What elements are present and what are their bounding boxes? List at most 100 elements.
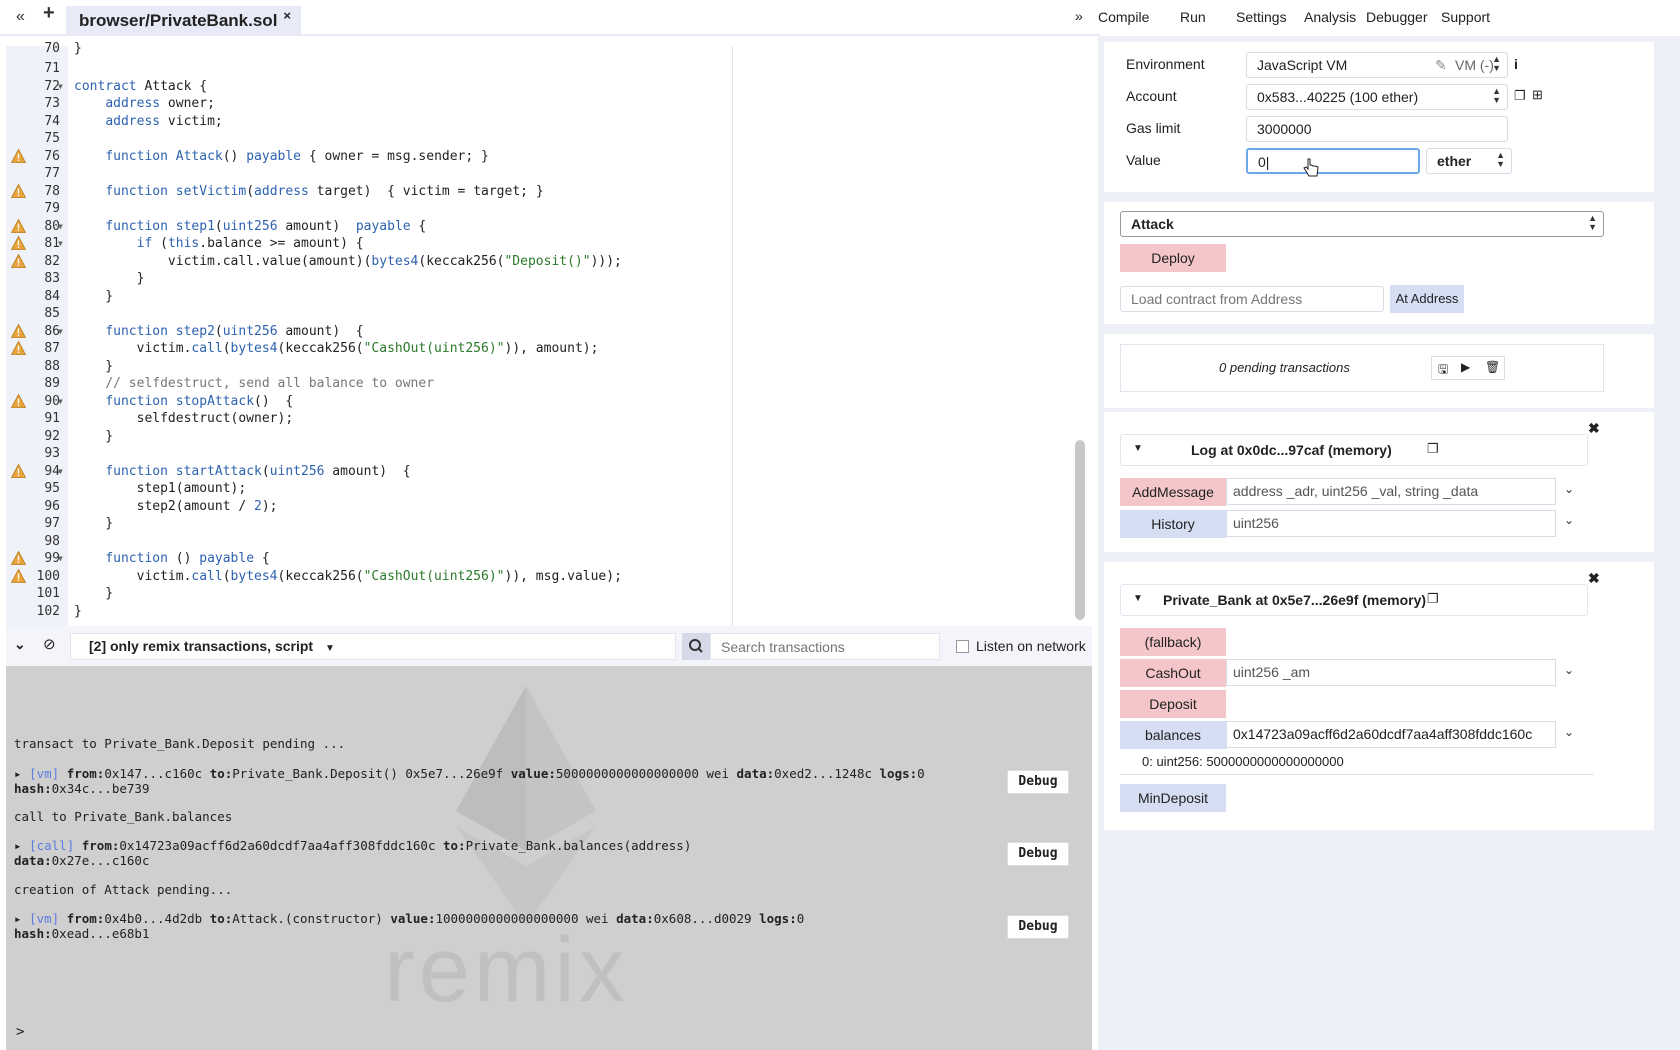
transaction-log-entry[interactable]: ▸ [vm] from:0x147...c160c to:Private_Ban… (14, 766, 925, 796)
expand-args-icon[interactable]: ⌄ (1564, 663, 1574, 677)
file-tab[interactable]: browser/PrivateBank.sol × (66, 6, 302, 36)
info-icon[interactable]: i (1514, 56, 1518, 72)
gas-limit-input[interactable]: 3000000 (1246, 116, 1508, 142)
fold-icon[interactable]: ▼ (58, 78, 63, 95)
instance-header[interactable]: ▼ Log at 0x0dc...97caf (memory) ❐ (1120, 434, 1588, 466)
function-history-args[interactable]: uint256 (1226, 510, 1556, 537)
close-icon[interactable]: × (283, 8, 291, 23)
fold-icon[interactable]: ▼ (58, 323, 63, 340)
value-input[interactable]: 0| (1246, 148, 1420, 174)
environment-card: Environment JavaScript VM ✎ VM (-) ▲ ▼ i … (1104, 42, 1654, 192)
instance-header[interactable]: ▼ Private_Bank at 0x5e7...26e9f (memory)… (1120, 584, 1588, 616)
account-select[interactable]: 0x583...40225 (100 ether) ▲ ▼ (1246, 84, 1508, 110)
hand-cursor-icon (1303, 158, 1319, 177)
transaction-filter-select[interactable]: [2] only remix transactions, script ▼ (70, 633, 676, 660)
unit-select[interactable]: ether ▲ ▼ (1426, 148, 1512, 174)
gas-limit-value: 3000000 (1257, 121, 1312, 137)
search-transactions-input[interactable] (710, 633, 940, 660)
debug-button[interactable]: Debug (1007, 842, 1069, 866)
function-cashout-button[interactable]: CashOut (1120, 659, 1226, 687)
transaction-log-entry[interactable]: ▸ [vm] from:0x4b0...4d2db to:Attack.(con… (14, 911, 804, 941)
debug-button[interactable]: Debug (1007, 915, 1069, 939)
close-instance-icon[interactable]: ✖ (1588, 570, 1600, 587)
deploy-button[interactable]: Deploy (1120, 244, 1226, 272)
code-text: function step2(uint256 amount) { (105, 323, 364, 339)
code-text: // selfdestruct, send all balance to own… (105, 376, 435, 391)
editor-underline (0, 34, 1100, 36)
environment-select[interactable]: JavaScript VM ✎ VM (-) ▲ ▼ (1246, 52, 1508, 78)
tab-run[interactable]: Run (1180, 9, 1206, 25)
fold-icon[interactable]: ▼ (58, 393, 63, 410)
expand-args-icon[interactable]: ⌄ (1564, 482, 1574, 496)
at-address-button[interactable]: At Address (1390, 285, 1464, 313)
function-cashout-args[interactable]: uint256 _am (1226, 659, 1556, 686)
plus-icon[interactable]: ⊞ (1532, 87, 1543, 103)
expand-icon[interactable]: ▸ (14, 911, 29, 926)
function-addmessage-button[interactable]: AddMessage (1120, 478, 1226, 506)
copy-icon[interactable]: ❐ (1514, 88, 1526, 104)
line-number: 86 (44, 323, 60, 339)
fold-icon[interactable]: ▼ (58, 463, 63, 480)
function-balances-button[interactable]: balances (1120, 721, 1226, 749)
function-balances-args[interactable]: 0x14723a09acff6d2a60dcdf7aa4aff308fddc16… (1226, 721, 1556, 748)
tab-debugger[interactable]: Debugger (1366, 9, 1428, 25)
debug-button[interactable]: Debug (1007, 770, 1069, 794)
collapse-icon[interactable]: ▼ (1133, 443, 1143, 454)
tab-support[interactable]: Support (1441, 9, 1490, 25)
contract-select[interactable]: Attack ▲ ▼ (1120, 211, 1604, 237)
collapse-icon[interactable]: ▼ (1133, 593, 1143, 604)
unit-value: ether (1437, 153, 1472, 169)
updown-icon: ▲ ▼ (1496, 150, 1505, 169)
updown-icon: ▲ ▼ (1492, 54, 1501, 73)
copy-icon[interactable]: ❐ (1427, 441, 1439, 457)
close-instance-icon[interactable]: ✖ (1588, 420, 1600, 437)
collapse-panel-icon[interactable]: » (1075, 8, 1083, 24)
console-prompt[interactable]: > (6, 1016, 1092, 1050)
function-fallback-button[interactable]: (fallback) (1120, 628, 1226, 656)
clear-console-icon[interactable]: ⊘ (43, 635, 56, 653)
expand-args-icon[interactable]: ⌄ (1564, 725, 1574, 739)
code-line: 82 victim.call.value(amount)(bytes4(kecc… (6, 253, 1066, 270)
copy-icon[interactable]: ❐ (1427, 591, 1439, 607)
tab-compile[interactable]: Compile (1098, 9, 1149, 25)
fold-icon[interactable]: ▼ (58, 550, 63, 567)
tx-type-tag: [call] (29, 838, 75, 853)
fold-icon[interactable]: ▼ (58, 218, 63, 235)
instance-card-private-bank: ✖ ▼ Private_Bank at 0x5e7...26e9f (memor… (1104, 562, 1654, 830)
line-number: 73 (44, 96, 60, 111)
line-number: 93 (44, 446, 60, 461)
function-mindeposit-button[interactable]: MinDeposit (1120, 784, 1226, 812)
tab-settings[interactable]: Settings (1236, 9, 1287, 25)
expand-icon[interactable]: ▸ (14, 838, 29, 853)
code-text: victim.call.value(amount)(bytes4(keccak2… (74, 253, 622, 269)
minimize-terminal-icon[interactable]: ⌄ (14, 636, 26, 653)
function-history-button[interactable]: History (1120, 510, 1226, 538)
line-number: 82 (44, 253, 60, 269)
fold-icon[interactable]: ▼ (58, 235, 63, 252)
instance-title: Log at 0x0dc...97caf (memory) (1191, 442, 1392, 458)
load-address-input[interactable] (1120, 286, 1384, 312)
search-icon[interactable] (682, 633, 710, 660)
line-number: 75 (44, 131, 60, 146)
save-icon[interactable]: 🖫 (1438, 360, 1448, 381)
back-icon[interactable]: « (16, 8, 25, 26)
expand-icon[interactable]: ▸ (14, 766, 29, 781)
line-number: 88 (44, 358, 60, 374)
pending-box: 0 pending transactions 🖫 ▶ 🗑 (1120, 344, 1604, 392)
tab-analysis[interactable]: Analysis (1304, 9, 1356, 25)
transaction-log-entry[interactable]: ▸ [call] from:0x14723a09acff6d2a60dcdf7a… (14, 838, 691, 868)
account-value: 0x583...40225 (100 ether) (1257, 89, 1419, 105)
trash-icon[interactable]: 🗑 (1485, 360, 1500, 374)
code-line: 70} (6, 40, 1066, 57)
code-line: 73 address owner; (6, 95, 1066, 112)
function-addmessage-args[interactable]: address _adr, uint256 _val, string _data (1226, 478, 1556, 505)
add-file-icon[interactable]: + (43, 2, 55, 25)
expand-args-icon[interactable]: ⌄ (1564, 513, 1574, 527)
listen-network-checkbox[interactable] (956, 640, 969, 653)
play-icon[interactable]: ▶ (1461, 360, 1470, 374)
function-deposit-button[interactable]: Deposit (1120, 690, 1226, 718)
value-value: 0 (1258, 154, 1266, 170)
code-line: 100 victim.call(bytes4(keccak256("CashOu… (6, 568, 1066, 585)
code-editor[interactable]: 70} 71 72 ▼ contract Attack {73 address owne… (6, 41, 1074, 626)
editor-scrollbar[interactable] (1075, 440, 1085, 620)
